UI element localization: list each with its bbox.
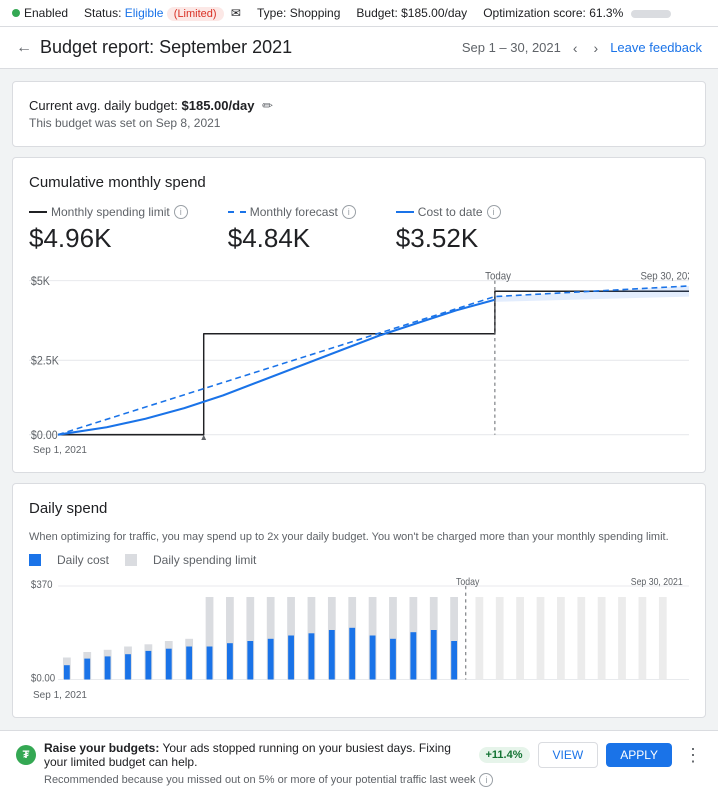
eligible-limited-badge: Eligible — [125, 6, 167, 20]
page-title: Budget report: September 2021 — [40, 37, 292, 58]
prev-date-button[interactable]: ‹ — [569, 38, 582, 58]
opt-label: Optimization score: — [483, 6, 586, 20]
status-bar: Enabled Status: Eligible (Limited) ✉ Typ… — [0, 0, 718, 27]
svg-text:Sep 30, 2021: Sep 30, 2021 — [631, 576, 683, 587]
opt-score-bar — [631, 10, 671, 18]
info-icon-2[interactable]: i — [487, 205, 501, 219]
metric-monthly-limit: Monthly spending limit i $4.96K — [29, 205, 188, 254]
daily-legend: Daily cost Daily spending limit — [29, 553, 689, 567]
metrics-row: Monthly spending limit i $4.96K Monthly … — [29, 205, 689, 254]
bar-x-label-start: Sep 1, 2021 — [33, 690, 87, 701]
budget-value: $185.00/day — [401, 6, 467, 20]
bar-x-labels: Sep 1, 2021 — [29, 690, 689, 701]
enabled-label: Enabled — [24, 6, 68, 20]
budget-info: Current avg. daily budget: $185.00/day ✏ — [29, 98, 689, 114]
chart-x-labels: Sep 1, 2021 — [29, 445, 689, 456]
metric-value-0: $4.96K — [29, 223, 188, 254]
svg-text:$5K: $5K — [31, 275, 50, 288]
svg-text:$2.5K: $2.5K — [31, 355, 59, 368]
metric-value-2: $3.52K — [396, 223, 501, 254]
page-header: ← Budget report: September 2021 Sep 1 – … — [0, 27, 718, 69]
svg-text:Today: Today — [456, 576, 480, 587]
back-button[interactable]: ← — [16, 39, 32, 57]
header-right: Sep 1 – 30, 2021 ‹ › Leave feedback — [462, 38, 702, 58]
metric-label-monthly-limit: Monthly spending limit i — [29, 205, 188, 219]
notification-bar: ₮ Raise your budgets: Your ads stopped r… — [0, 730, 718, 797]
daily-title: Daily spend — [29, 500, 689, 517]
metric-label-text-1: Monthly forecast — [250, 205, 338, 219]
budget-info-amount: $185.00/day — [182, 98, 255, 113]
header-left: ← Budget report: September 2021 — [16, 37, 292, 58]
next-date-button[interactable]: › — [590, 38, 603, 58]
status-chip: Status: Eligible (Limited) ✉ — [84, 6, 241, 20]
svg-text:Sep 30, 2021: Sep 30, 2021 — [640, 271, 689, 282]
notification-icon: ₮ — [16, 745, 36, 765]
notification-sub-text: Recommended because you missed out on 5%… — [44, 774, 475, 786]
notification-sub: Recommended because you missed out on 5%… — [44, 773, 702, 787]
type-label: Type: — [257, 6, 286, 20]
apply-button[interactable]: APPLY — [606, 743, 672, 767]
notification-bold: Raise your budgets: — [44, 741, 159, 755]
notification-main: ₮ Raise your budgets: Your ads stopped r… — [16, 741, 702, 769]
type-chip: Type: Shopping — [257, 6, 340, 20]
budget-info-label: Current avg. daily budget: — [29, 98, 178, 113]
svg-text:$0.00: $0.00 — [31, 430, 58, 440]
budget-info-card: Current avg. daily budget: $185.00/day ✏… — [12, 81, 706, 147]
svg-text:$370: $370 — [31, 580, 53, 592]
notification-text: Raise your budgets: Your ads stopped run… — [44, 741, 471, 769]
x-label-start: Sep 1, 2021 — [33, 445, 87, 456]
main-content: Current avg. daily budget: $185.00/day ✏… — [0, 69, 718, 730]
metric-value-1: $4.84K — [228, 223, 356, 254]
legend-gray-square — [125, 554, 137, 566]
date-range: Sep 1 – 30, 2021 — [462, 40, 561, 55]
type-value: Shopping — [290, 6, 341, 20]
opt-score-chip: Optimization score: 61.3% — [483, 6, 670, 20]
svg-text:$0.00: $0.00 — [31, 673, 55, 685]
legend-blue-square — [29, 554, 41, 566]
limited-badge: (Limited) — [167, 7, 224, 21]
metric-label-monthly-forecast: Monthly forecast i — [228, 205, 356, 219]
enabled-status: Enabled — [12, 6, 68, 20]
view-button[interactable]: VIEW — [538, 742, 599, 768]
info-icon-0[interactable]: i — [174, 205, 188, 219]
budget-chip: Budget: $185.00/day — [356, 6, 467, 20]
daily-subtitle: When optimizing for traffic, you may spe… — [29, 531, 689, 543]
status-label: Status: — [84, 6, 121, 20]
metric-label-cost-to-date: Cost to date i — [396, 205, 501, 219]
edit-budget-icon[interactable]: ✏ — [262, 98, 273, 113]
info-icon-sub[interactable]: i — [479, 773, 493, 787]
opt-value: 61.3% — [589, 6, 623, 20]
cumulative-title: Cumulative monthly spend — [29, 174, 689, 191]
feedback-link[interactable]: Leave feedback — [610, 40, 702, 55]
metric-label-text-2: Cost to date — [418, 205, 483, 219]
legend-blue-icon — [396, 211, 414, 213]
metric-monthly-forecast: Monthly forecast i $4.84K — [228, 205, 356, 254]
legend-spending-limit: Daily spending limit — [153, 553, 256, 567]
cumulative-spend-card: Cumulative monthly spend Monthly spendin… — [12, 157, 706, 473]
legend-dashed-icon — [228, 211, 246, 213]
status-dot — [12, 9, 20, 17]
daily-bar-chart: $370 $0.00 — [29, 575, 689, 685]
budget-label: Budget: — [356, 6, 397, 20]
daily-spend-card: Daily spend When optimizing for traffic,… — [12, 483, 706, 718]
cumulative-chart: $5K $2.5K $0.00 Today Sep 30, 2021 — [29, 270, 689, 440]
pct-badge: +11.4% — [479, 747, 530, 763]
legend-daily-cost: Daily cost — [57, 553, 109, 567]
metric-label-text-0: Monthly spending limit — [51, 205, 170, 219]
metric-cost-to-date: Cost to date i $3.52K — [396, 205, 501, 254]
svg-text:Today: Today — [485, 271, 512, 282]
legend-solid-icon — [29, 211, 47, 213]
budget-date: This budget was set on Sep 8, 2021 — [29, 116, 689, 130]
cumulative-chart-container: $5K $2.5K $0.00 Today Sep 30, 2021 — [29, 270, 689, 456]
bar-chart-container: $370 $0.00 — [29, 575, 689, 701]
more-options-icon[interactable]: ⋮ — [684, 745, 702, 766]
mail-icon: ✉ — [231, 6, 241, 20]
info-icon-1[interactable]: i — [342, 205, 356, 219]
